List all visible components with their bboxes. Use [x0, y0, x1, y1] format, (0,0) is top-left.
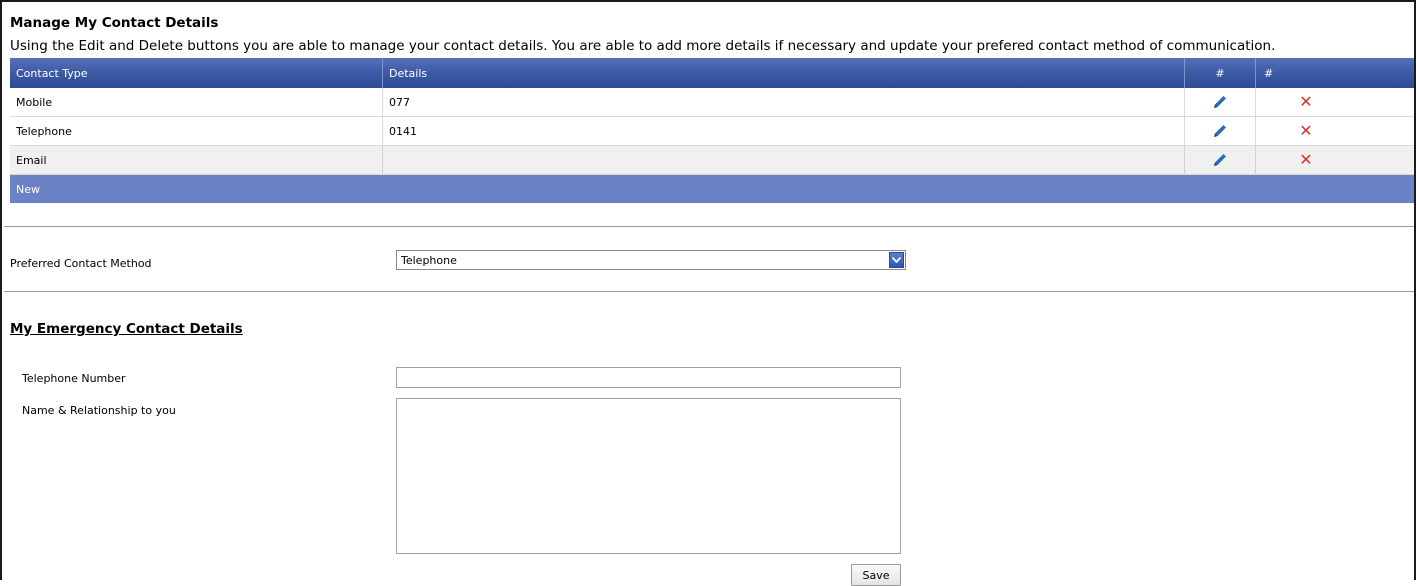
contact-details-cell: 077	[383, 88, 1185, 116]
contact-type-cell: Telephone	[10, 117, 383, 145]
close-icon[interactable]: ✕	[1299, 123, 1313, 139]
contact-type-cell: Mobile	[10, 88, 383, 116]
edit-cell	[1185, 88, 1256, 116]
save-button[interactable]: Save	[851, 564, 901, 586]
pencil-icon[interactable]	[1211, 122, 1229, 140]
intro-text: Using the Edit and Delete buttons you ar…	[10, 38, 1276, 54]
telephone-number-input[interactable]	[396, 367, 901, 388]
header-delete: #	[1264, 66, 1274, 80]
header-details: Details	[383, 58, 1185, 88]
contact-type-cell: Email	[10, 146, 383, 174]
header-edit: #	[1185, 58, 1256, 88]
new-contact-button[interactable]: New	[10, 175, 1414, 203]
close-icon[interactable]: ✕	[1299, 94, 1313, 110]
header-contact-type: Contact Type	[10, 58, 383, 88]
contacts-table: Contact Type Details # # Mobile 077 ✕ Te…	[10, 58, 1414, 203]
table-row: Telephone 0141 ✕	[10, 117, 1414, 146]
edit-cell	[1185, 117, 1256, 145]
telephone-number-label: Telephone Number	[22, 372, 126, 385]
table-header: Contact Type Details # #	[10, 58, 1414, 88]
name-relationship-textarea[interactable]	[396, 398, 901, 554]
delete-cell: ✕	[1256, 117, 1414, 145]
emergency-section-title: My Emergency Contact Details	[10, 321, 243, 337]
chevron-down-icon[interactable]	[889, 252, 904, 268]
preferred-contact-value: Telephone	[401, 253, 457, 267]
delete-cell: ✕	[1256, 88, 1414, 116]
edit-cell	[1185, 146, 1256, 174]
close-icon[interactable]: ✕	[1299, 152, 1313, 168]
delete-cell: ✕	[1256, 146, 1414, 174]
contact-details-panel: Manage My Contact Details Using the Edit…	[0, 0, 1416, 586]
contact-details-cell: 0141	[383, 117, 1185, 145]
page-title: Manage My Contact Details	[10, 15, 219, 31]
divider	[4, 226, 1414, 227]
contact-details-cell	[383, 146, 1185, 174]
table-row: Email ✕	[10, 146, 1414, 175]
pencil-icon[interactable]	[1211, 151, 1229, 169]
table-row: Mobile 077 ✕	[10, 88, 1414, 117]
pencil-icon[interactable]	[1211, 93, 1229, 111]
preferred-contact-select[interactable]: Telephone	[396, 250, 906, 270]
name-relationship-label: Name & Relationship to you	[22, 404, 176, 417]
divider	[4, 291, 1414, 292]
preferred-contact-label: Preferred Contact Method	[10, 257, 152, 270]
